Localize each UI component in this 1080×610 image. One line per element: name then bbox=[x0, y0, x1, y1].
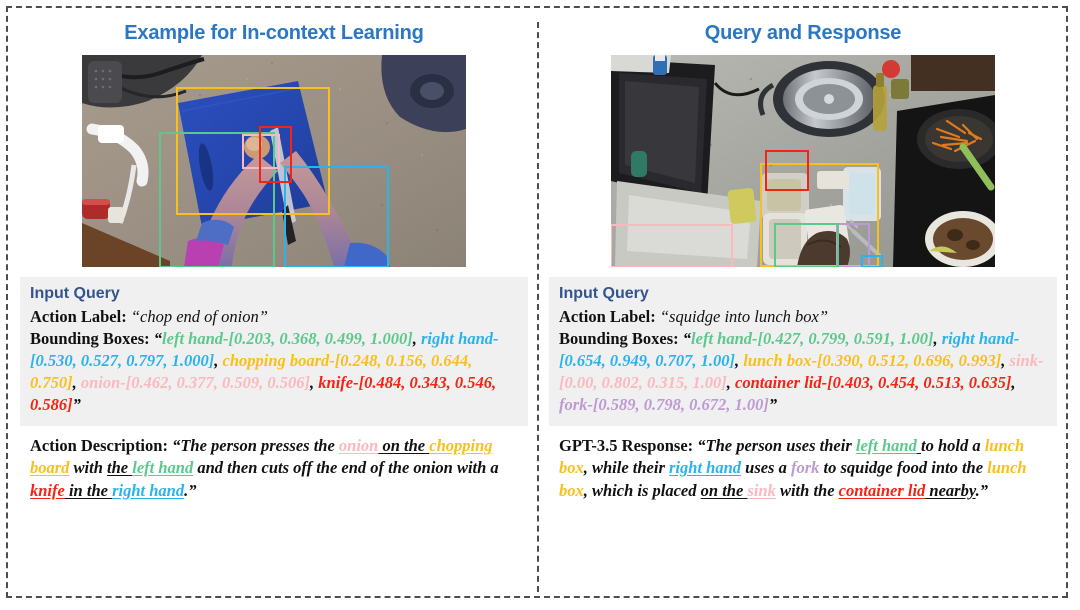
action-label-value: “chop end of onion” bbox=[130, 307, 268, 326]
answer-segment: sink bbox=[747, 480, 776, 500]
answer-segment: in the bbox=[68, 480, 108, 500]
answer-segment: on the bbox=[700, 480, 744, 500]
answer-segment: with bbox=[69, 458, 108, 478]
panel-in-context-example: Example for In-context Learning Input Qu… bbox=[20, 8, 528, 502]
action-description-key: Action Description: bbox=[30, 435, 168, 455]
answer-segment: , while their bbox=[583, 458, 670, 478]
answer-segment: left hand bbox=[855, 435, 917, 455]
answer-segment: container lid bbox=[838, 480, 926, 500]
panel-divider bbox=[537, 22, 539, 592]
photo-artwork-right bbox=[611, 55, 995, 267]
action-label-line: Action Label: “squidge into lunch box” bbox=[559, 306, 1047, 328]
action-label-key: Action Label: bbox=[30, 307, 127, 326]
answer-segment: right hand bbox=[112, 480, 185, 500]
action-label-key: Action Label: bbox=[559, 307, 656, 326]
input-query-box: Input Query Action Label: “squidge into … bbox=[549, 277, 1057, 426]
gpt-response-line: GPT-3.5 Response: “The person uses their… bbox=[559, 435, 1047, 502]
input-query-box: Input Query Action Label: “chop end of o… bbox=[20, 277, 528, 426]
input-query-heading: Input Query bbox=[559, 285, 649, 302]
gpt-response-key: GPT-3.5 Response: bbox=[559, 435, 694, 455]
query-image bbox=[611, 55, 995, 267]
answer-segment: to hold a bbox=[920, 435, 985, 455]
example-image bbox=[82, 55, 466, 267]
bbox-entry: onion-[0.462, 0.377, 0.509, 0.506] bbox=[80, 372, 311, 392]
example-photo bbox=[82, 55, 466, 267]
answer-segment: right hand bbox=[669, 458, 742, 478]
action-description-box: Action Description: “The person presses … bbox=[20, 435, 528, 502]
answer-segment: , which is placed bbox=[583, 480, 701, 500]
answer-segment: The person uses their bbox=[705, 435, 856, 455]
photo-artwork-left bbox=[82, 55, 466, 267]
input-query-heading: Input Query bbox=[30, 285, 120, 302]
query-photo bbox=[611, 55, 995, 267]
answer-segment: onion bbox=[338, 435, 379, 455]
action-description-line: Action Description: “The person presses … bbox=[30, 435, 518, 502]
bbox-entry: fork-[0.589, 0.798, 0.672, 1.00] bbox=[559, 394, 769, 414]
gpt-response-box: GPT-3.5 Response: “The person uses their… bbox=[549, 435, 1057, 502]
bbox-entry: left hand-[0.203, 0.368, 0.499, 1.000] bbox=[162, 328, 413, 348]
panel-query-and-response: Query and Response Input Query Action La… bbox=[549, 8, 1057, 502]
bounding-boxes-line: Bounding Boxes: “left hand-[0.427, 0.799… bbox=[559, 328, 1047, 416]
action-label-value: “squidge into lunch box” bbox=[659, 307, 829, 326]
answer-segment: with the bbox=[775, 480, 839, 500]
answer-segment: The person presses the bbox=[180, 435, 339, 455]
bbox-entry: left hand-[0.427, 0.799, 0.591, 1.00] bbox=[691, 328, 934, 348]
panel-title: Example for In-context Learning bbox=[124, 22, 424, 44]
bbox-entry: lunch box-[0.390, 0.512, 0.696, 0.993] bbox=[743, 350, 1002, 370]
answer-segment: to squidge food into the bbox=[819, 458, 988, 478]
answer-segment: knife bbox=[30, 480, 65, 500]
answer-segment: left hand bbox=[132, 458, 194, 478]
answer-segment: uses a bbox=[741, 458, 791, 478]
bounding-boxes-key: Bounding Boxes: bbox=[30, 328, 150, 348]
bbox-entry: container lid-[0.403, 0.454, 0.513, 0.63… bbox=[735, 372, 1012, 392]
answer-segment: on the bbox=[382, 435, 426, 455]
answer-segment: and then cuts off the end of the onion w… bbox=[193, 458, 499, 478]
bounding-boxes-key: Bounding Boxes: bbox=[559, 328, 679, 348]
figure-container: Example for In-context Learning Input Qu… bbox=[6, 6, 1068, 598]
answer-segment: nearby bbox=[929, 480, 976, 500]
answer-segment: fork bbox=[790, 458, 820, 478]
bounding-boxes-line: Bounding Boxes: “left hand-[0.203, 0.368… bbox=[30, 328, 518, 416]
panel-title: Query and Response bbox=[704, 22, 902, 44]
answer-segment: the bbox=[107, 458, 129, 478]
action-label-line: Action Label: “chop end of onion” bbox=[30, 306, 518, 328]
